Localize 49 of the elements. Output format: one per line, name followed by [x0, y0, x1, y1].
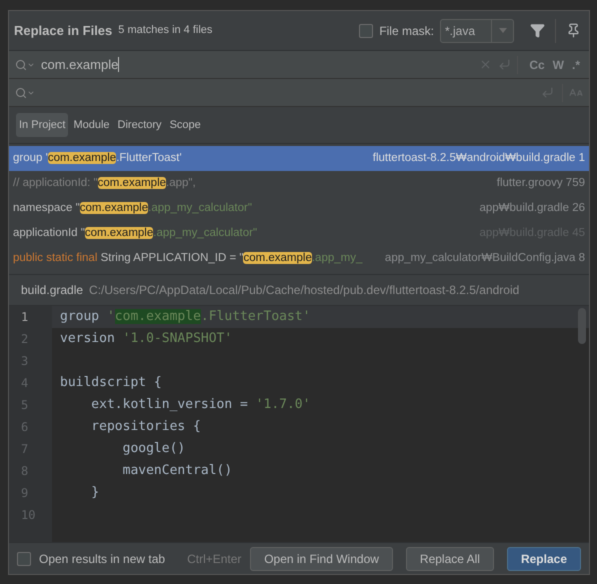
newline-icon[interactable] [541, 86, 554, 99]
result-row[interactable]: namespace "com.example.app_my_calculator" app₩build.gradle 26 [9, 196, 589, 221]
code-line: buildscript { [59, 374, 163, 392]
preview-file-name: build.gradle [21, 282, 84, 299]
result-file: app_my_calculator₩BuildConfig.java 8 [384, 250, 585, 266]
code-line: repositories { [90, 418, 202, 436]
result-row[interactable]: group 'com.example.FlutterToast' fluttertoast-8.2.5₩android₩build.gradle 1 [9, 146, 589, 171]
checkbox[interactable] [359, 24, 374, 38]
filter-icon[interactable] [530, 23, 545, 38]
scope-tab[interactable]: In Project [16, 112, 68, 138]
replace-field[interactable] [9, 79, 589, 107]
result-text: public static final String APPLICATION_ID = "com.example.app_my_ [13, 250, 364, 266]
dialog-title: Replace in Files [14, 22, 112, 40]
preview-file-path: C:/Users/PC/AppData/Local/Pub/Cache/hosted/pub.dev/fluttertoast-8.2.5/android [89, 282, 520, 299]
result-row[interactable]: // applicationId: "com.example.app", flutter.groovy 759 [9, 171, 589, 196]
scope-tab[interactable]: Module [70, 112, 113, 138]
code-line: ext.kotlin_version = '1.7.0' [90, 396, 312, 414]
result-file: fluttertoast-8.2.5₩android₩build.gradle 1 [372, 150, 585, 166]
dropdown-arrow-icon [498, 28, 506, 33]
result-text: // applicationId: "com.example.app", [13, 176, 197, 191]
code-line: } [90, 484, 100, 502]
new-tab-label: Open results in new tab [39, 550, 166, 568]
file-mask-combobox[interactable]: *.java [440, 18, 514, 42]
file-mask-label: File mask: [379, 22, 434, 40]
match-count: 5 matches in 4 files [118, 23, 212, 38]
shortcut-hint: Ctrl+Enter [187, 550, 242, 568]
result-file: flutter.groovy 759 [496, 176, 585, 191]
code-line: version '1.0-SNAPSHOT' [59, 330, 234, 348]
pin-icon[interactable] [566, 23, 581, 38]
dialog-button[interactable]: Replace [506, 546, 581, 570]
scrollbar-thumb[interactable] [578, 308, 586, 344]
checkbox[interactable] [17, 552, 31, 566]
scope-tab[interactable]: Directory [114, 112, 165, 138]
result-text: namespace "com.example.app_my_calculator" [13, 200, 253, 216]
result-row[interactable]: public static final String APPLICATION_ID = "com.example.app_my_ app_my_calculator₩BuildConfig.java 8 [9, 246, 589, 271]
newline-icon[interactable] [498, 58, 512, 71]
dialog-button[interactable]: Open in Find Window [250, 546, 393, 570]
search-field[interactable]: com.example Cc W .* [9, 51, 589, 79]
search-icon [15, 58, 27, 70]
line-number: 1 [20, 309, 30, 326]
result-text: group 'com.example.FlutterToast' [13, 150, 183, 166]
code-line: mavenCentral() [122, 462, 234, 480]
code-line: google() [122, 440, 186, 458]
clear-icon[interactable] [479, 58, 492, 71]
search-icon [15, 86, 27, 98]
result-text: applicationId "com.example.app_my_calculator" [13, 226, 258, 241]
dialog-button[interactable]: Replace All [406, 546, 494, 570]
scope-tab[interactable]: Scope [166, 112, 204, 138]
result-file: app₩build.gradle 26 [478, 200, 585, 216]
